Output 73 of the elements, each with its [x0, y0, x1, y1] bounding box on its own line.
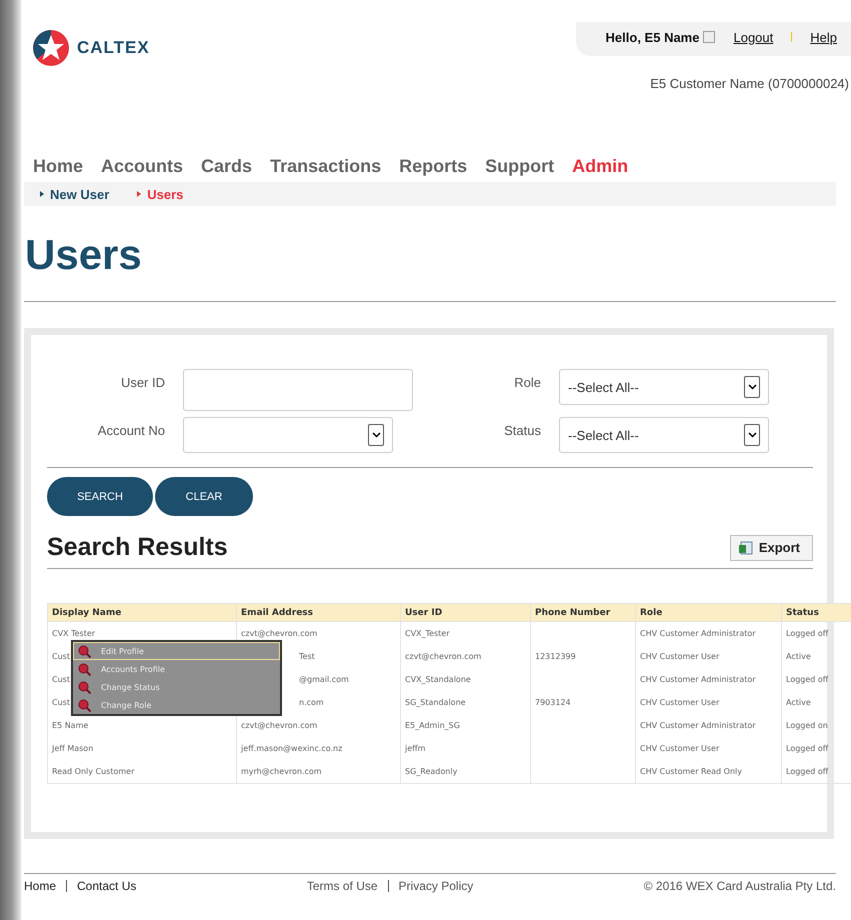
table-cell: 12312399 — [535, 652, 576, 661]
table-cell: Logged off — [786, 767, 828, 776]
table-cell: czvt@chevron.com — [241, 629, 318, 638]
table-cell: E5_Admin_SG — [405, 721, 460, 730]
field-label: User ID — [120, 374, 165, 392]
footer-link[interactable]: Privacy Policy — [398, 879, 474, 893]
column-header: Role — [636, 604, 782, 622]
table-cell: Cust — [52, 652, 70, 661]
table-cell: CVX_Standalone — [405, 675, 471, 684]
table-cell: Cust — [52, 698, 70, 707]
nav-tab[interactable]: Transactions — [270, 156, 382, 177]
table-cell-text: Test — [298, 652, 315, 661]
column-header: User ID — [400, 604, 530, 622]
table-cell: myrh@chevron.com — [241, 767, 322, 776]
column-header: Email Address — [236, 604, 400, 622]
table-cell-text: n.com — [298, 698, 324, 707]
page-title: Users — [25, 231, 143, 279]
table-cell: czvt@chevron.com — [405, 652, 482, 661]
table-cell: 7903124 — [535, 698, 571, 707]
table-cell: CHV Customer Administrator — [640, 675, 756, 684]
table-cell: Logged off — [786, 675, 828, 684]
nav-tab[interactable]: Admin — [572, 156, 628, 177]
clear-button[interactable]: CLEAR — [155, 477, 253, 516]
footer-link[interactable]: Home — [24, 879, 56, 893]
dropdown-field[interactable]: --Select All-- — [559, 417, 769, 453]
table-cell: CVX Tester — [52, 629, 96, 638]
column-header: Display Name — [48, 604, 236, 622]
field-label: Role — [513, 374, 541, 392]
export-button[interactable]: Export — [730, 534, 813, 560]
table-cell: CHV Customer Read Only — [640, 767, 742, 776]
footer-link[interactable]: Contact Us — [77, 879, 136, 893]
subnav-link[interactable]: Users — [137, 186, 184, 202]
table-cell: SG_Standalone — [405, 698, 466, 707]
table-cell: SG_Readonly — [405, 767, 458, 776]
nav-tab[interactable]: Cards — [201, 156, 252, 177]
greeting[interactable]: Hello, E5 Name — [606, 30, 716, 44]
table-cell: Jeff Mason — [52, 744, 94, 753]
table-cell: CVX_Tester — [405, 629, 450, 638]
table-cell: czvt@chevron.com — [241, 721, 318, 730]
help-link[interactable]: Help — [810, 30, 837, 44]
subnav-link[interactable]: New User — [40, 186, 110, 202]
table-cell: CHV Customer Administrator — [640, 629, 756, 638]
logout-link[interactable]: Logout — [733, 30, 774, 44]
table-cell: jeff.mason@wexinc.co.nz — [241, 744, 342, 753]
nav-tab[interactable]: Home — [33, 156, 84, 177]
table-cell: Active — [786, 652, 811, 661]
copyright: © 2016 WEX Card Australia Pty Ltd. — [644, 879, 836, 893]
nav-tab[interactable]: Reports — [399, 156, 468, 177]
nav-tab[interactable]: Accounts — [101, 156, 184, 177]
table-cell: Logged on — [786, 721, 828, 730]
table-cell: Read Only Customer — [52, 767, 134, 776]
table-cell: CHV Customer User — [640, 652, 720, 661]
table-cell: CHV Customer Administrator — [640, 721, 756, 730]
footer-link[interactable]: Terms of Use — [306, 879, 378, 893]
column-header: Status — [782, 604, 851, 622]
table-cell: CHV Customer User — [640, 744, 720, 753]
column-header: Phone Number — [530, 604, 636, 622]
table-cell: Cust — [52, 675, 70, 684]
table-cell: Logged off — [786, 744, 828, 753]
section-title: Search Results — [47, 533, 228, 562]
brand-name: CALTEX — [77, 38, 150, 58]
table-cell-text: @gmail.com — [298, 675, 349, 684]
customer-name: E5 Customer Name (0700000024) — [650, 76, 849, 91]
field-label: Status — [503, 422, 541, 440]
table-cell: jeffm — [405, 744, 426, 753]
field-label: Account No — [96, 422, 165, 440]
table-cell: Active — [786, 698, 811, 707]
table-cell: E5 Name — [52, 721, 88, 730]
nav-tab[interactable]: Support — [485, 156, 554, 177]
table-cell: CHV Customer User — [640, 698, 720, 707]
dropdown-field[interactable]: --Select All-- — [559, 369, 769, 405]
search-button[interactable]: SEARCH — [47, 477, 153, 516]
table-cell: Logged off — [786, 629, 828, 638]
